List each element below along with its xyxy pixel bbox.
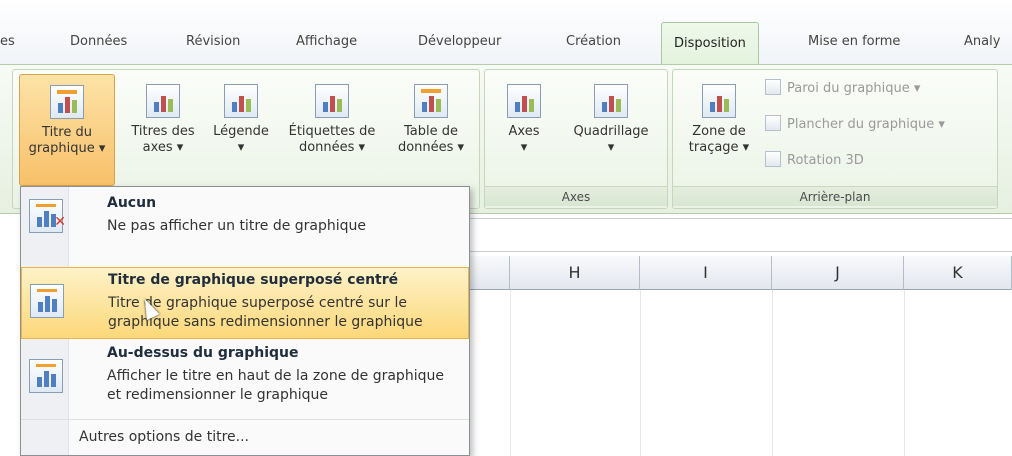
chart-title-button[interactable]: Titre du graphique ▾ <box>19 74 115 186</box>
column-header-j[interactable]: J <box>772 256 904 290</box>
tab-partial-left[interactable]: es <box>0 24 15 60</box>
data-table-button[interactable]: Table de données ▾ <box>387 84 475 156</box>
above-chart-title-icon <box>29 359 63 393</box>
rotation-3d-button[interactable]: Rotation 3D <box>765 150 864 172</box>
chart-title-dropdown: ✕ Aucun Ne pas afficher un titre de grap… <box>20 186 470 456</box>
grid-line <box>510 290 511 456</box>
ribbon-tab-strip: es Données Révision Affichage Développeu… <box>0 0 1012 65</box>
column-header-row: H I J K <box>470 256 1012 290</box>
chart-wall-button[interactable]: Paroi du graphique ▾ <box>765 78 920 100</box>
gridlines-icon <box>594 84 628 118</box>
data-labels-button[interactable]: Étiquettes de données ▾ <box>277 84 387 156</box>
data-table-icon <box>414 84 448 118</box>
column-header-partial[interactable] <box>470 256 510 290</box>
centered-overlay-title-icon <box>30 284 64 318</box>
group-background: Zone de traçage ▾ Paroi du graphique ▾ P… <box>672 69 998 209</box>
column-header-h[interactable]: H <box>510 256 640 290</box>
axes-button[interactable]: Axes ▾ <box>497 84 551 156</box>
plot-area-button[interactable]: Zone de traçage ▾ <box>679 84 759 156</box>
menu-item-above-chart[interactable]: Au-dessus du graphique Afficher le titre… <box>21 343 469 415</box>
no-title-icon: ✕ <box>29 199 66 233</box>
menu-item-none[interactable]: ✕ Aucun Ne pas afficher un titre de grap… <box>21 187 469 259</box>
column-header-i[interactable]: I <box>640 256 772 290</box>
tab-revision[interactable]: Révision <box>186 24 240 60</box>
tab-developpeur[interactable]: Développeur <box>418 24 501 60</box>
chart-floor-button[interactable]: Plancher du graphique ▾ <box>765 114 945 136</box>
grid-line <box>640 290 641 456</box>
axis-titles-icon <box>146 84 180 118</box>
group-axes: Axes ▾ Quadrillage ▾ Axes <box>484 69 668 209</box>
menu-item-more-options[interactable]: Autres options de titre... <box>21 419 469 455</box>
rotation-3d-icon <box>765 151 781 167</box>
plot-area-icon <box>702 84 736 118</box>
gridlines-button[interactable]: Quadrillage ▾ <box>561 84 661 156</box>
tab-affichage[interactable]: Affichage <box>296 24 357 60</box>
legend-icon <box>224 84 258 118</box>
formula-bar[interactable] <box>470 218 1012 252</box>
axis-titles-button[interactable]: Titres des axes ▾ <box>121 84 205 156</box>
axes-icon <box>507 84 541 118</box>
column-header-k[interactable]: K <box>904 256 1012 290</box>
group-label-axes: Axes <box>485 186 667 206</box>
tab-disposition[interactable]: Disposition <box>661 22 759 65</box>
tab-mise-en-forme[interactable]: Mise en forme <box>808 24 900 60</box>
tab-creation[interactable]: Création <box>566 24 621 60</box>
chart-title-icon <box>50 85 84 119</box>
tab-analyse-partial[interactable]: Analy <box>964 24 1000 60</box>
data-labels-icon <box>315 84 349 118</box>
menu-item-centered-overlay[interactable]: Titre de graphique superposé centré Titr… <box>21 267 469 339</box>
grid-line <box>904 290 905 456</box>
legend-button[interactable]: Légende ▾ <box>205 84 277 156</box>
group-label-background: Arrière-plan <box>673 186 997 206</box>
tab-donnees[interactable]: Données <box>70 24 127 60</box>
chart-floor-icon <box>765 115 781 131</box>
chart-wall-icon <box>765 79 781 95</box>
grid-line <box>772 290 773 456</box>
